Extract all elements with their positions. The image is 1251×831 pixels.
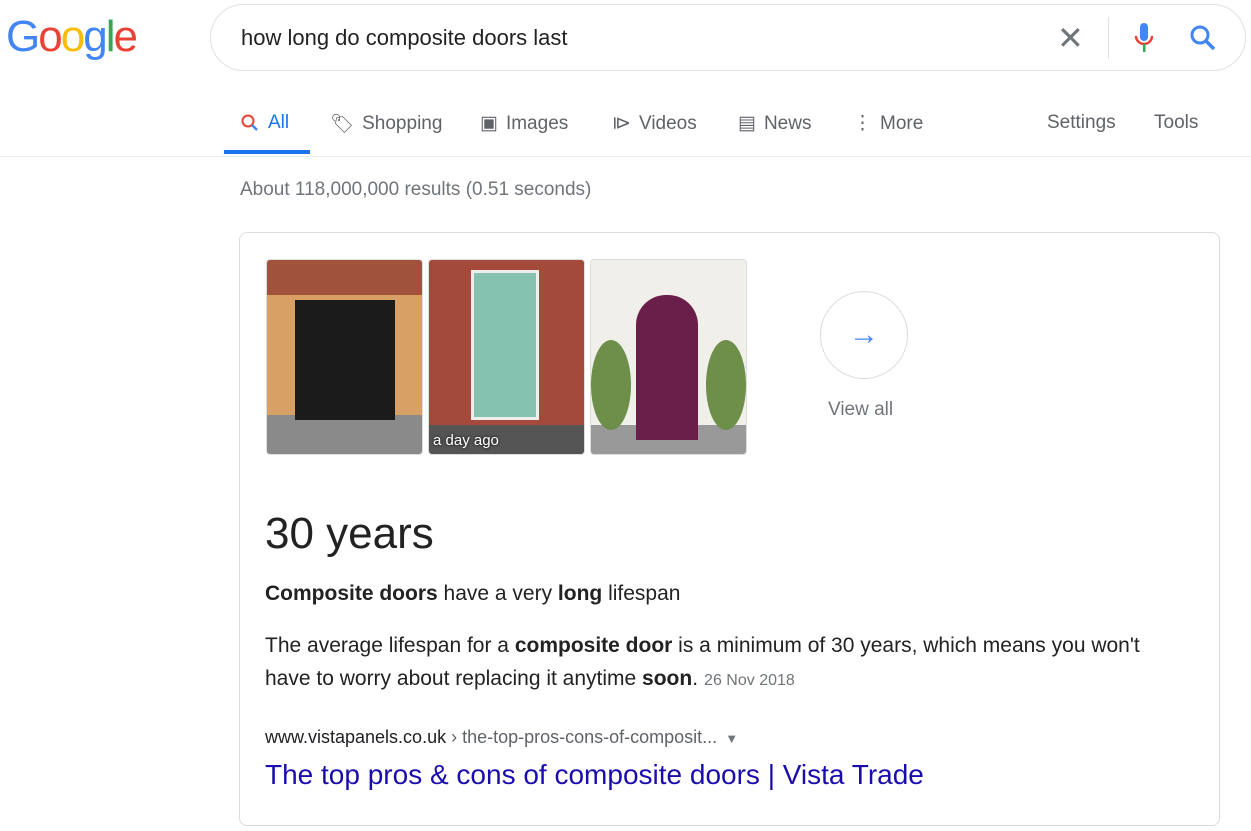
tab-label: Shopping: [362, 113, 443, 134]
bold-text: soon: [642, 667, 693, 690]
search-icon: [241, 114, 258, 131]
play-icon: ⧐: [612, 113, 631, 134]
snippet-heading: Composite doors have a very long lifespa…: [265, 582, 680, 606]
more-vert-icon: ⋮: [853, 113, 872, 134]
search-icon[interactable]: [1188, 23, 1218, 53]
tab-images[interactable]: ▣ Images: [480, 112, 568, 135]
bold-text: composite door: [514, 634, 673, 657]
bold-text: Composite doors: [265, 582, 438, 605]
door-image: [295, 300, 395, 420]
snippet-date: 26 Nov 2018: [704, 672, 795, 689]
settings-link[interactable]: Settings: [1047, 112, 1116, 134]
door-image: [636, 295, 698, 440]
result-url[interactable]: www.vistapanels.co.uk › the-top-pros-con…: [265, 727, 738, 748]
tag-icon: 🏷︎: [330, 114, 355, 135]
clear-icon[interactable]: ✕: [1057, 19, 1084, 57]
text: have a very: [437, 582, 558, 605]
tab-label: News: [763, 112, 812, 134]
tab-label: Settings: [1047, 112, 1116, 133]
news-icon: ▤: [738, 113, 756, 134]
image-icon: ▣: [480, 113, 498, 134]
tab-news[interactable]: ▤ News: [738, 112, 811, 135]
text: lifespan: [602, 582, 681, 605]
divider: [1108, 17, 1109, 59]
text: The average lifespan for a: [265, 634, 515, 657]
image-thumbnail[interactable]: [590, 259, 747, 455]
result-title-link[interactable]: The top pros & cons of composite doors |…: [265, 759, 924, 791]
search-tabs: All 🏷︎ Shopping ▣ Images ⧐ Videos ▤ News ⋮ Mo…: [0, 110, 1251, 157]
tab-videos[interactable]: ⧐ Videos: [612, 112, 697, 135]
plant-image: [591, 340, 631, 430]
plant-image: [706, 340, 746, 430]
result-stats: About 118,000,000 results (0.51 seconds): [240, 179, 592, 200]
image-timestamp: a day ago: [433, 432, 499, 449]
tab-label: Videos: [639, 112, 697, 134]
active-tab-indicator: [224, 150, 310, 154]
search-box[interactable]: how long do composite doors last ✕: [210, 4, 1246, 71]
tools-link[interactable]: Tools: [1154, 112, 1198, 134]
image-thumbnail[interactable]: a day ago: [428, 259, 585, 455]
tab-label: More: [880, 112, 924, 134]
text: .: [692, 667, 699, 690]
dropdown-arrow-icon[interactable]: ▼: [725, 731, 738, 746]
tab-label: Images: [505, 112, 569, 134]
tab-label: All: [268, 112, 290, 133]
url-path: › the-top-pros-cons-of-composit...: [446, 727, 718, 747]
search-input[interactable]: how long do composite doors last: [241, 25, 568, 51]
featured-snippet: a day ago → View all 30 years Composite …: [239, 232, 1220, 826]
microphone-icon[interactable]: [1133, 21, 1155, 55]
image-thumbnail[interactable]: [266, 259, 423, 455]
google-logo[interactable]: Google: [6, 12, 138, 62]
view-all-button[interactable]: →: [820, 291, 908, 379]
tab-shopping[interactable]: 🏷︎ Shopping: [330, 112, 442, 136]
url-domain: www.vistapanels.co.uk: [265, 727, 447, 747]
snippet-body: The average lifespan for a composite doo…: [265, 629, 1185, 697]
tab-all[interactable]: All: [240, 112, 289, 134]
door-image: [471, 270, 539, 420]
tab-label: Tools: [1154, 112, 1199, 133]
answer-text: 30 years: [265, 509, 434, 558]
arrow-right-icon: →: [849, 318, 879, 351]
view-all-label[interactable]: View all: [828, 399, 893, 421]
tab-more[interactable]: ⋮ More: [853, 112, 923, 135]
bold-text: long: [557, 582, 603, 605]
